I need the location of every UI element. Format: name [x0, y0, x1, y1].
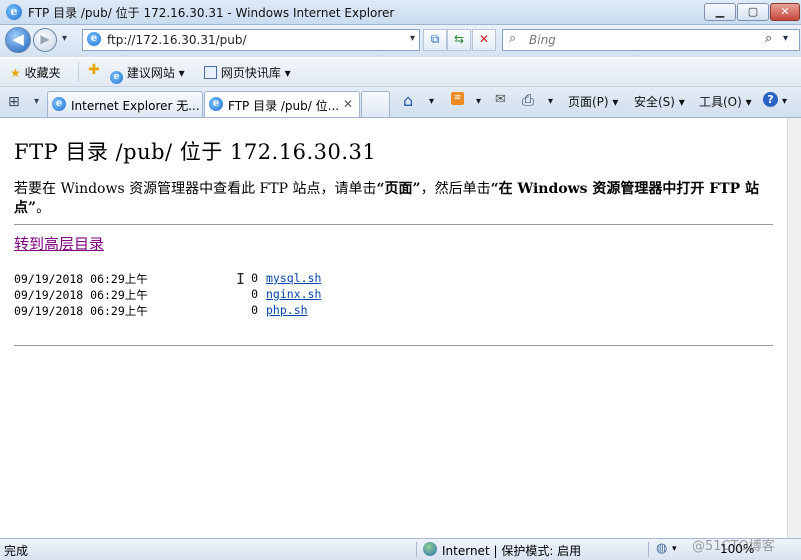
feeds-icon[interactable]: ≋ [451, 92, 464, 105]
page-description: 若要在 Windows 资源管理器中查看此 FTP 站点，请单击“页面”，然后单… [14, 180, 774, 218]
status-text: 完成 [4, 544, 29, 558]
page-content: FTP 目录 /pub/ 位于 172.16.30.31 若要在 Windows… [0, 118, 787, 538]
favorites-bar: ★ 收藏夹 ✚ e 建议网站 ▾ 网页快讯库 ▾ [0, 58, 801, 87]
search-input[interactable]: Bing [529, 33, 556, 47]
file-link-php[interactable]: php.sh [266, 303, 308, 317]
watermark: @51CTO博客 [692, 539, 775, 554]
home-dropdown-icon[interactable]: ▾ [429, 96, 434, 107]
quick-tabs-icon[interactable]: ⊞ [8, 94, 26, 110]
tab-ie-icon: e [52, 97, 66, 111]
file-link-mysql[interactable]: mysql.sh [266, 271, 321, 285]
stop-button[interactable]: ✕ [472, 29, 496, 51]
help-dropdown-icon[interactable]: ▾ [782, 96, 787, 107]
divider-top [14, 224, 773, 225]
tab-label: Internet Explorer 无... [71, 99, 200, 113]
status-bar: 完成 Internet | 保护模式: 启用 ◍ ▾ 100% @51CTO博客 [0, 538, 801, 560]
text-cursor-icon: I [236, 270, 246, 288]
forward-button[interactable]: ▶ [33, 28, 57, 52]
tab-ie-blank[interactable]: e Internet Explorer 无... [47, 91, 203, 117]
security-zone-text[interactable]: Internet | 保护模式: 启用 [442, 542, 581, 559]
favorites-button[interactable]: ★ 收藏夹 [10, 64, 61, 81]
feeds-dropdown-icon[interactable]: ▾ [476, 96, 481, 107]
file-date: 09/19/2018 06:29上午 [14, 272, 148, 286]
add-favorites-icon[interactable]: ✚ [88, 62, 100, 78]
file-date: 09/19/2018 06:29上午 [14, 304, 148, 318]
home-icon[interactable]: ⌂ [403, 91, 413, 110]
file-link-nginx[interactable]: nginx.sh [266, 287, 321, 301]
print-dropdown-icon[interactable]: ▾ [548, 96, 553, 107]
suggested-sites-label: 建议网站 ▾ [126, 66, 185, 80]
tab-close-icon[interactable]: ✕ [343, 97, 353, 111]
refresh-icon: ⇆ [453, 32, 465, 46]
safety-menu[interactable]: 安全(S) ▾ [634, 93, 685, 110]
tab-list-dropdown-icon[interactable]: ▾ [34, 96, 39, 107]
navigation-bar: ◀ ▶ ▾ e ftp://172.16.30.31/pub/ ▾ ⧉ ⇆ ✕ … [0, 25, 801, 57]
tab-label: FTP 目录 /pub/ 位... [228, 99, 340, 113]
web-slice-gallery-label: 网页快讯库 ▾ [220, 66, 291, 80]
recent-pages-dropdown-icon[interactable]: ▾ [62, 33, 67, 44]
tab-bar: ⊞ ▾ e Internet Explorer 无... e FTP 目录 /p… [0, 87, 801, 118]
page-title: FTP 目录 /pub/ 位于 172.16.30.31 [14, 140, 377, 164]
favorites-star-icon: ★ [10, 66, 21, 80]
new-tab-button[interactable] [361, 91, 390, 117]
description-text-end: 。 [36, 200, 51, 216]
minimize-button[interactable]: ▁ [704, 3, 736, 21]
search-box[interactable]: ⌕ Bing ⌕ ▾ [502, 29, 800, 51]
window-title: FTP 目录 /pub/ 位于 172.16.30.31 - Windows I… [28, 6, 395, 20]
tab-ftp-directory[interactable]: e FTP 目录 /pub/ 位... ✕ [204, 91, 360, 117]
description-page-term: “页面” [376, 181, 421, 197]
search-icon[interactable]: ⌕ [765, 31, 772, 46]
read-mail-icon[interactable]: ✉ [495, 92, 506, 107]
back-arrow-icon: ◀ [12, 30, 24, 48]
search-options-icon[interactable]: ▾ [783, 33, 788, 44]
parent-directory-link[interactable]: 转到高层目录 [14, 233, 104, 254]
tools-menu[interactable]: 工具(O) ▾ [699, 93, 752, 110]
suggested-sites-link[interactable]: e 建议网站 ▾ [110, 64, 185, 84]
forward-arrow-icon: ▶ [40, 32, 50, 46]
title-bar: e FTP 目录 /pub/ 位于 172.16.30.31 - Windows… [0, 0, 801, 25]
search-provider-icon: ⌕ [509, 31, 517, 46]
web-slice-icon [204, 66, 217, 79]
compatibility-view-button[interactable]: ⧉ [423, 29, 447, 51]
description-text-middle: ，然后单击 [420, 181, 491, 197]
refresh-button[interactable]: ⇆ [447, 29, 471, 51]
close-button[interactable]: ✕ [770, 3, 800, 21]
status-dropdown-icon[interactable]: ▾ [672, 544, 677, 554]
tab-ie-icon: e [209, 97, 223, 111]
divider [78, 62, 79, 82]
ie-logo-icon: e [6, 4, 22, 20]
file-size: 0 [251, 287, 258, 301]
back-button[interactable]: ◀ [5, 27, 31, 53]
file-date: 09/19/2018 06:29上午 [14, 288, 148, 302]
suggested-sites-icon: e [110, 71, 123, 84]
address-bar[interactable]: e ftp://172.16.30.31/pub/ ▾ [82, 29, 420, 51]
divider [416, 542, 417, 557]
address-dropdown-icon[interactable]: ▾ [410, 33, 415, 44]
compat-icon: ⧉ [430, 32, 440, 46]
vertical-scrollbar[interactable] [787, 118, 801, 538]
internet-zone-icon [423, 542, 437, 556]
page-menu[interactable]: 页面(P) ▾ [568, 93, 618, 110]
description-text: 若要在 Windows 资源管理器中查看此 FTP 站点，请单击 [14, 181, 377, 197]
divider-bottom [14, 345, 773, 346]
print-icon[interactable]: ⎙ [522, 91, 534, 109]
help-icon[interactable]: ? [763, 92, 778, 107]
status-globe-icon[interactable]: ◍ [656, 541, 667, 556]
web-slice-gallery-link[interactable]: 网页快讯库 ▾ [204, 64, 291, 81]
file-size: 0 [251, 303, 258, 317]
stop-icon: ✕ [478, 32, 490, 46]
page-icon: e [87, 32, 101, 46]
favorites-label: 收藏夹 [24, 66, 61, 80]
address-input[interactable]: ftp://172.16.30.31/pub/ [107, 33, 247, 47]
maximize-button[interactable]: ▢ [737, 3, 769, 21]
divider [648, 542, 649, 557]
